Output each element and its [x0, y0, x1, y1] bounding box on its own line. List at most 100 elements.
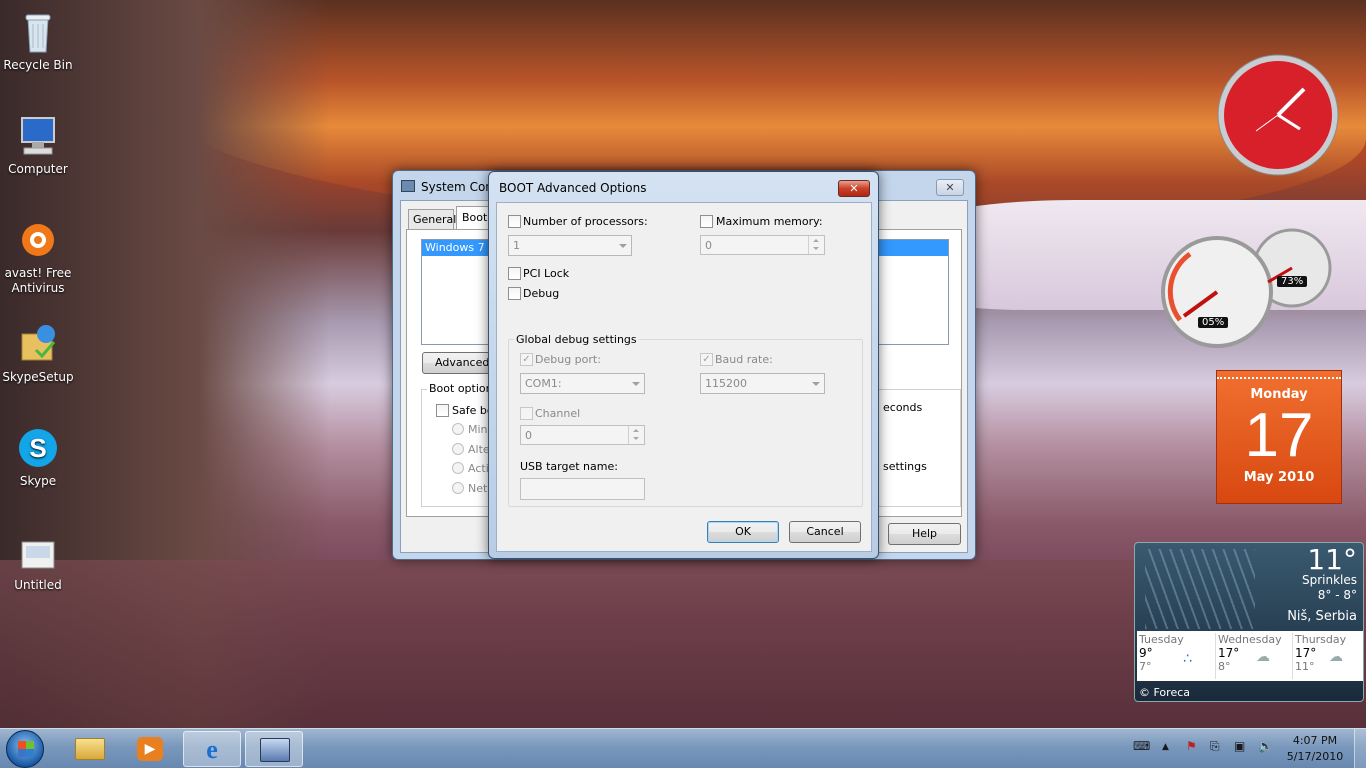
debug-port-checkbox[interactable]: ✓	[520, 353, 533, 366]
forecast-low: 8°	[1218, 660, 1231, 673]
weather-rain-icon	[1145, 549, 1255, 629]
radio-minimal[interactable]	[452, 423, 464, 435]
keyboard-icon[interactable]: ⌨	[1133, 739, 1150, 753]
weather-credit[interactable]: © Foreca	[1139, 686, 1190, 699]
volume-icon[interactable]: 🔈	[1258, 739, 1273, 753]
channel-label: Channel	[535, 407, 581, 420]
desktop-icon-label: Computer	[8, 162, 68, 176]
svg-text:S: S	[29, 433, 46, 463]
tab-general[interactable]: General	[408, 209, 456, 229]
taskbar-system-configuration[interactable]	[245, 731, 303, 767]
boot-advanced-options-dialog[interactable]: BOOT Advanced Options ✕ Number of proces…	[488, 171, 879, 559]
window-title: System Conf	[421, 180, 498, 194]
ok-button[interactable]: OK	[707, 521, 779, 543]
radio-network[interactable]	[452, 482, 464, 494]
desktop-icon-computer[interactable]: Computer	[0, 112, 76, 177]
cpu-percent: 05%	[1198, 317, 1229, 328]
channel-checkbox[interactable]	[520, 407, 533, 420]
calendar-date: 17	[1244, 401, 1314, 470]
close-button[interactable]: ✕	[838, 180, 870, 197]
taskbar-clock[interactable]: 4:07 PM 5/17/2010	[1280, 733, 1350, 765]
clock-face-icon	[1217, 54, 1339, 176]
calendar-gadget[interactable]: Monday 17 May 2010	[1216, 370, 1342, 504]
debug-label: Debug	[523, 287, 560, 300]
debug-checkbox[interactable]	[508, 287, 521, 300]
select-value: 1	[513, 239, 520, 252]
calendar-rings	[1217, 371, 1341, 379]
cloud-icon: ☁	[1256, 649, 1270, 665]
desktop-icon-avast[interactable]: avast! Free Antivirus	[0, 216, 76, 296]
close-button[interactable]: ✕	[936, 179, 964, 196]
cpu-meter-gadget[interactable]: 05% 73%	[1160, 220, 1340, 350]
forecast-day-name: Thursday	[1295, 633, 1347, 646]
debug-port-label: Debug port:	[535, 353, 601, 366]
weather-forecast: Tuesday 9° 7° ∴ Wednesday 17° 8° ☁ Thurs…	[1137, 631, 1363, 681]
make-permanent-label: settings	[883, 460, 927, 473]
weather-range: 8° - 8°	[1317, 588, 1357, 602]
network-icon[interactable]: ▣	[1234, 739, 1245, 753]
cancel-button[interactable]: Cancel	[789, 521, 861, 543]
stepper-arrows-icon	[808, 236, 824, 254]
number-of-processors-select[interactable]: 1	[508, 235, 632, 256]
weather-condition: Sprinkles	[1301, 573, 1357, 587]
action-center-icon[interactable]: ⚑	[1186, 739, 1197, 753]
channel-stepper[interactable]: 0	[520, 425, 645, 445]
radio-active[interactable]	[452, 462, 464, 474]
chevron-down-icon	[619, 244, 627, 248]
forecast-day-name: Wednesday	[1218, 633, 1282, 646]
baud-rate-checkbox[interactable]: ✓	[700, 353, 713, 366]
desktop-icon-skypesetup[interactable]: SkypeSetup	[0, 320, 76, 385]
start-button[interactable]	[6, 730, 44, 768]
msconfig-icon	[260, 738, 290, 762]
baud-rate-select[interactable]: 115200	[700, 373, 825, 394]
pci-lock-checkbox[interactable]	[508, 267, 521, 280]
stepper-value: 0	[525, 429, 532, 442]
desktop-icon-recycle-bin[interactable]: Recycle Bin	[0, 8, 76, 73]
calendar-month: May 2010	[1243, 470, 1315, 485]
safe-boot-checkbox[interactable]	[436, 404, 449, 417]
desktop-icon-label: Recycle Bin	[3, 58, 73, 72]
weather-temp: 11°	[1307, 543, 1357, 576]
forecast-high: 17°	[1218, 646, 1240, 660]
media-player-icon: ▶	[137, 737, 163, 761]
internet-explorer-icon: e	[206, 735, 218, 764]
cloud-icon: ☁	[1329, 649, 1343, 665]
desktop-icon-label: avast! Free Antivirus	[4, 266, 72, 295]
folder-icon	[75, 738, 105, 760]
computer-icon	[14, 112, 62, 160]
pci-lock-label: PCI Lock	[523, 267, 570, 280]
show-hidden-icons-icon[interactable]: ▲	[1162, 742, 1169, 752]
desktop-icon-untitled[interactable]: Untitled	[0, 528, 76, 593]
usb-target-input[interactable]	[520, 478, 645, 500]
msconfig-icon	[401, 180, 415, 192]
taskbar-explorer[interactable]	[61, 731, 119, 767]
radio-alternate[interactable]	[452, 443, 464, 455]
skype-icon: S	[14, 424, 62, 472]
global-debug-label: Global debug settings	[514, 333, 639, 346]
usb-icon[interactable]: ⎘	[1210, 739, 1220, 754]
memory-percent: 73%	[1277, 276, 1308, 287]
desktop-icon-skype[interactable]: S Skype	[0, 424, 76, 489]
timeout-seconds-label: econds	[883, 401, 923, 414]
taskbar-internet-explorer[interactable]: e	[183, 731, 241, 767]
weather-gadget[interactable]: 11° Sprinkles 8° - 8° Niš, Serbia Tuesda…	[1134, 542, 1364, 702]
help-button[interactable]: Help	[888, 523, 961, 545]
number-of-processors-checkbox[interactable]	[508, 215, 521, 228]
maximum-memory-stepper[interactable]: 0	[700, 235, 825, 255]
gauge-icon	[1161, 228, 1332, 348]
recycle-bin-icon	[14, 8, 62, 56]
forecast-high: 9°	[1139, 646, 1153, 660]
taskbar-media-player[interactable]: ▶	[121, 731, 179, 767]
debug-port-select[interactable]: COM1:	[520, 373, 645, 394]
clock-date: 5/17/2010	[1286, 750, 1344, 763]
maximum-memory-checkbox[interactable]	[700, 215, 713, 228]
number-of-processors-label: Number of processors:	[523, 215, 648, 228]
clock-gadget[interactable]	[1216, 53, 1340, 177]
desktop-icon-label: Untitled	[14, 578, 62, 592]
avast-icon	[14, 216, 62, 264]
stepper-value: 0	[705, 239, 712, 252]
windows-logo-icon	[18, 741, 34, 757]
desktop-icon-label: Skype	[19, 474, 57, 488]
select-value: 115200	[705, 377, 747, 390]
show-desktop-button[interactable]	[1354, 729, 1366, 768]
